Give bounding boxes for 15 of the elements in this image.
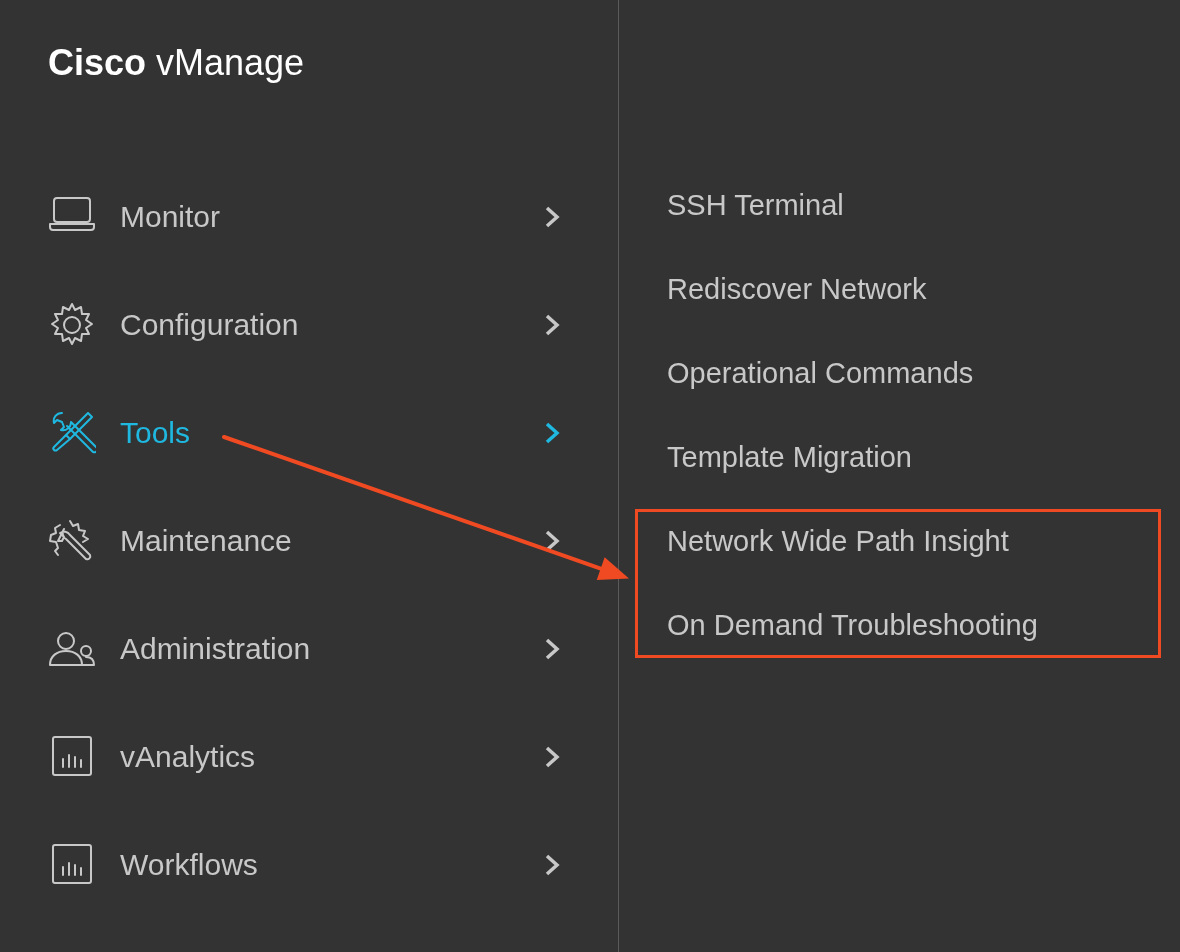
submenu-item[interactable]: SSH Terminal xyxy=(667,163,1180,247)
menu-item[interactable]: Administration xyxy=(48,595,560,703)
submenu-item[interactable]: Rediscover Network xyxy=(667,247,1180,331)
submenu-item[interactable]: Network Wide Path Insight xyxy=(667,512,1158,570)
submenu-item[interactable]: Operational Commands xyxy=(667,331,1180,415)
menu-item[interactable]: Monitor xyxy=(48,163,560,271)
logo-product: vManage xyxy=(156,42,305,84)
submenu-item[interactable]: Template Migration xyxy=(667,415,1180,499)
logo-brand: Cisco xyxy=(48,42,147,84)
menu-item[interactable]: Configuration xyxy=(48,271,560,379)
menu-item[interactable]: vAnalytics xyxy=(48,703,560,811)
submenu-item[interactable]: On Demand Troubleshooting xyxy=(667,596,1158,654)
menu-item[interactable]: Tools xyxy=(48,379,560,487)
menu-item[interactable]: Maintenance xyxy=(48,487,560,595)
menu-item[interactable]: Workflows xyxy=(48,811,560,919)
